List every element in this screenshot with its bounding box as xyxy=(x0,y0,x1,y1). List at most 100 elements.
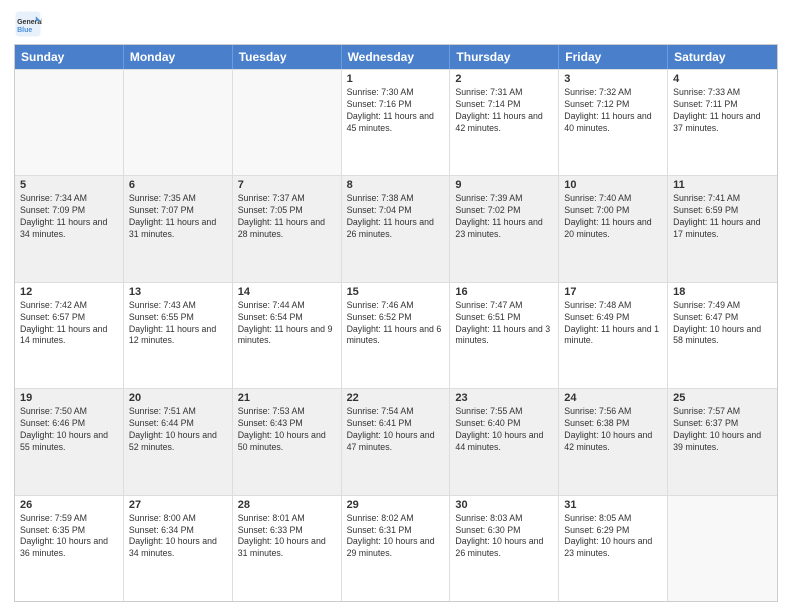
cell-info: Sunrise: 7:47 AMSunset: 6:51 PMDaylight:… xyxy=(455,300,553,348)
day-number: 11 xyxy=(673,179,772,191)
cell-info: Sunrise: 7:50 AMSunset: 6:46 PMDaylight:… xyxy=(20,406,118,454)
day-number: 17 xyxy=(564,286,662,298)
calendar-cell: 25 Sunrise: 7:57 AMSunset: 6:37 PMDayligh… xyxy=(668,389,777,494)
calendar-cell: 10 Sunrise: 7:40 AMSunset: 7:00 PMDayligh… xyxy=(559,176,668,281)
cell-info: Sunrise: 7:43 AMSunset: 6:55 PMDaylight:… xyxy=(129,300,227,348)
calendar-cell: 29 Sunrise: 8:02 AMSunset: 6:31 PMDayligh… xyxy=(342,496,451,601)
cell-info: Sunrise: 7:57 AMSunset: 6:37 PMDaylight:… xyxy=(673,406,772,454)
cell-info: Sunrise: 7:55 AMSunset: 6:40 PMDaylight:… xyxy=(455,406,553,454)
day-header-wednesday: Wednesday xyxy=(342,45,451,69)
cell-info: Sunrise: 8:05 AMSunset: 6:29 PMDaylight:… xyxy=(564,513,662,561)
calendar-row: 12Sunrise: 7:42 AMSunset: 6:57 PMDayligh… xyxy=(15,282,777,388)
cell-info: Sunrise: 8:02 AMSunset: 6:31 PMDaylight:… xyxy=(347,513,445,561)
day-header-friday: Friday xyxy=(559,45,668,69)
cell-info: Sunrise: 7:37 AMSunset: 7:05 PMDaylight:… xyxy=(238,193,336,241)
day-number: 16 xyxy=(455,286,553,298)
calendar-cell: 5 Sunrise: 7:34 AMSunset: 7:09 PMDaylight… xyxy=(15,176,124,281)
calendar-cell: 23Sunrise: 7:55 AMSunset: 6:40 PMDayligh… xyxy=(450,389,559,494)
calendar-cell: 3 Sunrise: 7:32 AMSunset: 7:12 PMDaylight… xyxy=(559,70,668,175)
cell-info: Sunrise: 7:53 AMSunset: 6:43 PMDaylight:… xyxy=(238,406,336,454)
calendar-row: 19 Sunrise: 7:50 AMSunset: 6:46 PMDayligh… xyxy=(15,388,777,494)
day-number: 20 xyxy=(129,392,227,404)
calendar-cell: 7 Sunrise: 7:37 AMSunset: 7:05 PMDaylight… xyxy=(233,176,342,281)
calendar-cell: 13 Sunrise: 7:43 AMSunset: 6:55 PMDayligh… xyxy=(124,283,233,388)
day-number: 12 xyxy=(20,286,118,298)
day-header-monday: Monday xyxy=(124,45,233,69)
calendar-cell: 1Sunrise: 7:30 AMSunset: 7:16 PMDaylight… xyxy=(342,70,451,175)
day-number: 27 xyxy=(129,499,227,511)
day-number: 4 xyxy=(673,73,772,85)
calendar-row: 26 Sunrise: 7:59 AMSunset: 6:35 PMDayligh… xyxy=(15,495,777,601)
day-number: 8 xyxy=(347,179,445,191)
calendar-cell: 12Sunrise: 7:42 AMSunset: 6:57 PMDayligh… xyxy=(15,283,124,388)
calendar-cell xyxy=(15,70,124,175)
cell-info: Sunrise: 7:56 AMSunset: 6:38 PMDaylight:… xyxy=(564,406,662,454)
cell-info: Sunrise: 7:40 AMSunset: 7:00 PMDaylight:… xyxy=(564,193,662,241)
day-header-thursday: Thursday xyxy=(450,45,559,69)
cell-info: Sunrise: 7:59 AMSunset: 6:35 PMDaylight:… xyxy=(20,513,118,561)
day-number: 7 xyxy=(238,179,336,191)
day-number: 21 xyxy=(238,392,336,404)
calendar-cell: 26 Sunrise: 7:59 AMSunset: 6:35 PMDayligh… xyxy=(15,496,124,601)
calendar-row: 5 Sunrise: 7:34 AMSunset: 7:09 PMDaylight… xyxy=(15,175,777,281)
cell-info: Sunrise: 7:51 AMSunset: 6:44 PMDaylight:… xyxy=(129,406,227,454)
cell-info: Sunrise: 7:39 AMSunset: 7:02 PMDaylight:… xyxy=(455,193,553,241)
day-number: 24 xyxy=(564,392,662,404)
calendar-row: 1Sunrise: 7:30 AMSunset: 7:16 PMDaylight… xyxy=(15,69,777,175)
calendar-cell: 6 Sunrise: 7:35 AMSunset: 7:07 PMDaylight… xyxy=(124,176,233,281)
cell-info: Sunrise: 7:31 AMSunset: 7:14 PMDaylight:… xyxy=(455,87,553,135)
calendar-cell: 4Sunrise: 7:33 AMSunset: 7:11 PMDaylight… xyxy=(668,70,777,175)
calendar-cell: 31 Sunrise: 8:05 AMSunset: 6:29 PMDayligh… xyxy=(559,496,668,601)
cell-info: Sunrise: 7:49 AMSunset: 6:47 PMDaylight:… xyxy=(673,300,772,348)
calendar-cell: 9 Sunrise: 7:39 AMSunset: 7:02 PMDaylight… xyxy=(450,176,559,281)
calendar-cell: 17 Sunrise: 7:48 AMSunset: 6:49 PMDayligh… xyxy=(559,283,668,388)
calendar-cell: 30 Sunrise: 8:03 AMSunset: 6:30 PMDayligh… xyxy=(450,496,559,601)
day-number: 14 xyxy=(238,286,336,298)
day-number: 19 xyxy=(20,392,118,404)
calendar-cell xyxy=(233,70,342,175)
day-number: 13 xyxy=(129,286,227,298)
calendar-cell: 27 Sunrise: 8:00 AMSunset: 6:34 PMDayligh… xyxy=(124,496,233,601)
calendar-cell xyxy=(668,496,777,601)
day-number: 28 xyxy=(238,499,336,511)
cell-info: Sunrise: 7:44 AMSunset: 6:54 PMDaylight:… xyxy=(238,300,336,348)
cell-info: Sunrise: 8:00 AMSunset: 6:34 PMDaylight:… xyxy=(129,513,227,561)
calendar-cell: 19 Sunrise: 7:50 AMSunset: 6:46 PMDayligh… xyxy=(15,389,124,494)
calendar-cell xyxy=(124,70,233,175)
cell-info: Sunrise: 8:03 AMSunset: 6:30 PMDaylight:… xyxy=(455,513,553,561)
day-number: 6 xyxy=(129,179,227,191)
calendar-body: 1Sunrise: 7:30 AMSunset: 7:16 PMDaylight… xyxy=(15,69,777,601)
day-header-sunday: Sunday xyxy=(15,45,124,69)
calendar-cell: 20 Sunrise: 7:51 AMSunset: 6:44 PMDayligh… xyxy=(124,389,233,494)
cell-info: Sunrise: 7:48 AMSunset: 6:49 PMDaylight:… xyxy=(564,300,662,348)
day-number: 5 xyxy=(20,179,118,191)
calendar-cell: 22 Sunrise: 7:54 AMSunset: 6:41 PMDayligh… xyxy=(342,389,451,494)
cell-info: Sunrise: 7:54 AMSunset: 6:41 PMDaylight:… xyxy=(347,406,445,454)
day-number: 1 xyxy=(347,73,445,85)
calendar-cell: 8Sunrise: 7:38 AMSunset: 7:04 PMDaylight… xyxy=(342,176,451,281)
calendar-header: SundayMondayTuesdayWednesdayThursdayFrid… xyxy=(15,45,777,69)
calendar-cell: 24 Sunrise: 7:56 AMSunset: 6:38 PMDayligh… xyxy=(559,389,668,494)
day-number: 30 xyxy=(455,499,553,511)
cell-info: Sunrise: 7:34 AMSunset: 7:09 PMDaylight:… xyxy=(20,193,118,241)
day-number: 22 xyxy=(347,392,445,404)
day-number: 26 xyxy=(20,499,118,511)
day-number: 10 xyxy=(564,179,662,191)
day-number: 9 xyxy=(455,179,553,191)
day-number: 29 xyxy=(347,499,445,511)
day-header-saturday: Saturday xyxy=(668,45,777,69)
day-header-tuesday: Tuesday xyxy=(233,45,342,69)
day-number: 25 xyxy=(673,392,772,404)
day-number: 2 xyxy=(455,73,553,85)
cell-info: Sunrise: 7:35 AMSunset: 7:07 PMDaylight:… xyxy=(129,193,227,241)
day-number: 31 xyxy=(564,499,662,511)
calendar-cell: 18Sunrise: 7:49 AMSunset: 6:47 PMDayligh… xyxy=(668,283,777,388)
calendar-cell: 2 Sunrise: 7:31 AMSunset: 7:14 PMDaylight… xyxy=(450,70,559,175)
day-number: 3 xyxy=(564,73,662,85)
cell-info: Sunrise: 7:32 AMSunset: 7:12 PMDaylight:… xyxy=(564,87,662,135)
day-number: 15 xyxy=(347,286,445,298)
logo: General Blue xyxy=(14,10,42,38)
calendar-cell: 14 Sunrise: 7:44 AMSunset: 6:54 PMDayligh… xyxy=(233,283,342,388)
calendar-cell: 28Sunrise: 8:01 AMSunset: 6:33 PMDayligh… xyxy=(233,496,342,601)
svg-text:Blue: Blue xyxy=(17,27,32,34)
